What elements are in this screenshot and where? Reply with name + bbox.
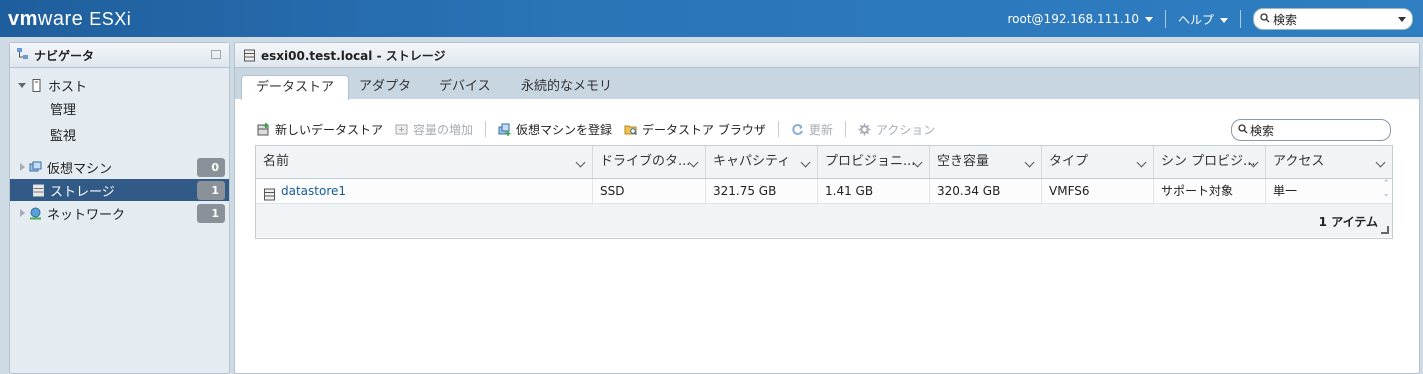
user-menu[interactable]: root@192.168.111.10 bbox=[1008, 12, 1153, 26]
network-count-badge: 1 bbox=[197, 204, 225, 223]
datastore-search-input[interactable]: 検索 bbox=[1231, 119, 1391, 141]
datastore-link[interactable]: datastore1 bbox=[281, 184, 346, 198]
chevron-down-icon[interactable] bbox=[1136, 157, 1147, 168]
cell-capacity: 321.75 GB bbox=[706, 179, 818, 203]
vmware-esxi-logo: vmware ESXi bbox=[8, 8, 132, 30]
folder-search-icon bbox=[624, 123, 638, 136]
nav-item-virtual-machines[interactable]: 仮想マシン 0 bbox=[10, 156, 229, 178]
resize-handle-icon[interactable] bbox=[1381, 226, 1389, 234]
column-header-capacity[interactable]: キャパシティ bbox=[706, 146, 818, 178]
chevron-down-icon[interactable] bbox=[800, 157, 811, 168]
navigator-panel: ナビゲータ ホスト 管理 監視 仮想マシン 0 ストレージ 1 ネットワーク 1 bbox=[9, 42, 230, 374]
nav-item-monitor[interactable]: 監視 bbox=[10, 123, 229, 145]
cell-name[interactable]: datastore1 bbox=[256, 179, 593, 203]
increase-capacity-icon bbox=[395, 123, 408, 136]
top-bar: vmware ESXi root@192.168.111.10 ヘルプ 検索 bbox=[0, 0, 1423, 37]
column-header-provisioned[interactable]: プロビジョニ... bbox=[818, 146, 930, 178]
network-icon bbox=[29, 207, 42, 220]
table-footer: 1 アイテム bbox=[256, 204, 1392, 237]
chevron-down-icon[interactable] bbox=[1024, 157, 1035, 168]
item-count: 1 アイテム bbox=[1318, 215, 1378, 229]
vm-icon bbox=[29, 161, 42, 174]
main-panel: esxi00.test.local - ストレージ データストア アダプタ デバ… bbox=[234, 42, 1420, 374]
storage-icon bbox=[243, 49, 256, 62]
column-header-access[interactable]: アクセス bbox=[1266, 146, 1392, 178]
cell-thin-provisioning: サポート対象 bbox=[1154, 179, 1266, 203]
nav-item-manage[interactable]: 管理 bbox=[10, 97, 229, 119]
chevron-down-icon bbox=[1220, 17, 1228, 23]
storage-icon bbox=[32, 184, 45, 197]
search-icon bbox=[1260, 12, 1270, 26]
cell-access: 単一 bbox=[1273, 184, 1298, 198]
column-header-name[interactable]: 名前 bbox=[256, 146, 593, 178]
expand-icon[interactable] bbox=[18, 82, 26, 88]
nav-item-host[interactable]: ホスト bbox=[10, 74, 229, 96]
page-title: esxi00.test.local - ストレージ bbox=[235, 43, 1419, 68]
refresh-button[interactable]: 更新 bbox=[791, 121, 833, 138]
search-icon bbox=[1238, 123, 1248, 137]
column-header-type[interactable]: タイプ bbox=[1042, 146, 1154, 178]
expand-icon[interactable] bbox=[20, 163, 25, 171]
increase-capacity-button[interactable]: 容量の増加 bbox=[395, 121, 473, 138]
cell-type: VMFS6 bbox=[1042, 179, 1154, 203]
chevron-down-icon[interactable] bbox=[575, 157, 586, 168]
gear-icon bbox=[858, 123, 871, 136]
datastore-browser-button[interactable]: データストア ブラウザ bbox=[624, 121, 766, 138]
vm-count-badge: 0 bbox=[197, 158, 225, 177]
cell-provisioned: 1.41 GB bbox=[818, 179, 930, 203]
new-datastore-icon bbox=[257, 122, 270, 136]
expand-icon[interactable] bbox=[20, 209, 25, 217]
help-menu[interactable]: ヘルプ bbox=[1178, 11, 1228, 28]
chevron-down-icon[interactable] bbox=[1375, 157, 1386, 168]
tab-adapters[interactable]: アダプタ bbox=[345, 75, 425, 99]
toolbar: 新しいデータストア 容量の増加 仮想マシンを登録 データストア ブラウザ 更新 … bbox=[257, 119, 947, 139]
tab-bar: データストア アダプタ デバイス 永続的なメモリ bbox=[235, 68, 1419, 100]
register-vm-button[interactable]: 仮想マシンを登録 bbox=[498, 121, 612, 138]
table-header: 名前 ドライブのタ... キャパシティ プロビジョニ... 空き容量 タイプ シ… bbox=[256, 146, 1392, 179]
storage-count-badge: 1 bbox=[197, 181, 225, 200]
nav-item-network[interactable]: ネットワーク 1 bbox=[10, 202, 229, 224]
navigator-header: ナビゲータ bbox=[10, 43, 229, 68]
collapse-icon[interactable] bbox=[211, 50, 221, 59]
scroll-arrows[interactable]: ⌃ ⌄ bbox=[1382, 179, 1390, 199]
nav-item-storage[interactable]: ストレージ 1 bbox=[10, 179, 229, 201]
navigator-icon bbox=[16, 47, 30, 64]
datastore-table: 名前 ドライブのタ... キャパシティ プロビジョニ... 空き容量 タイプ シ… bbox=[255, 145, 1393, 239]
register-vm-icon bbox=[498, 123, 511, 136]
chevron-down-icon bbox=[1144, 17, 1153, 22]
actions-button[interactable]: アクション bbox=[858, 121, 935, 138]
cell-free-space: 320.34 GB bbox=[930, 179, 1042, 203]
cell-drive-type: SSD bbox=[593, 179, 706, 203]
new-datastore-button[interactable]: 新しいデータストア bbox=[257, 121, 383, 138]
refresh-icon bbox=[791, 123, 804, 136]
chevron-down-icon bbox=[1398, 17, 1406, 22]
column-header-thin-provisioning[interactable]: シン プロビジ... bbox=[1154, 146, 1266, 178]
table-row[interactable]: datastore1 SSD 321.75 GB 1.41 GB 320.34 … bbox=[256, 179, 1392, 204]
tab-persistent-memory[interactable]: 永続的なメモリ bbox=[507, 75, 626, 99]
column-header-drive-type[interactable]: ドライブのタ... bbox=[593, 146, 706, 178]
column-header-free-space[interactable]: 空き容量 bbox=[930, 146, 1042, 178]
host-icon bbox=[30, 78, 43, 92]
tab-datastores[interactable]: データストア bbox=[241, 75, 350, 100]
datastore-icon bbox=[263, 185, 276, 201]
global-search-input[interactable]: 検索 bbox=[1253, 8, 1413, 30]
tab-devices[interactable]: デバイス bbox=[425, 75, 505, 99]
